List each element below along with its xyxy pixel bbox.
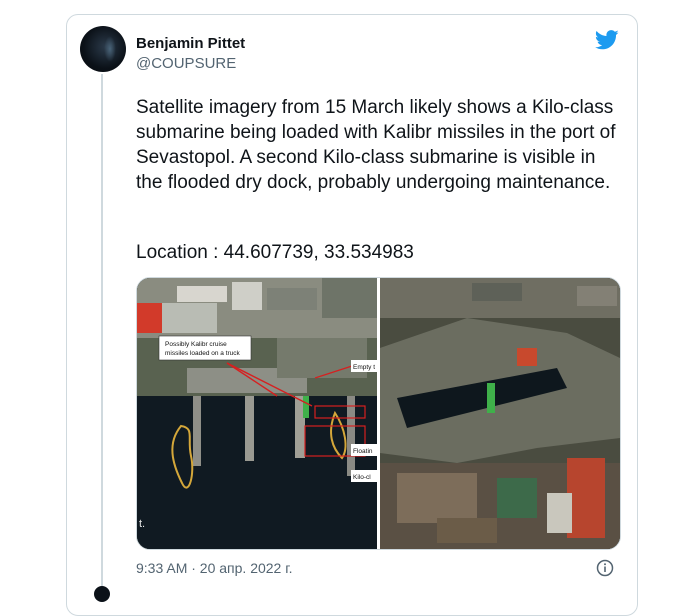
tweet-media-image[interactable]: Possibly Kalibr cruise missiles loaded o… <box>136 277 621 550</box>
info-icon[interactable] <box>596 559 614 577</box>
tweet-timestamp[interactable]: 9:33 AM · 20 апр. 2022 г. <box>136 560 293 576</box>
annotation-main-line1: Possibly Kalibr cruise <box>165 341 227 348</box>
annotation-main-line2: missiles loaded on a truck <box>165 350 241 357</box>
annotation-kilo: Kilo-cl <box>353 474 371 481</box>
left-satellite-panel: Possibly Kalibr cruise missiles loaded o… <box>137 278 377 549</box>
annotation-empty: Empty t <box>353 364 375 371</box>
annotation-floating: Floatin <box>353 448 373 455</box>
tweet-text: Satellite imagery from 15 March likely s… <box>136 97 616 193</box>
satellite-image: Possibly Kalibr cruise missiles loaded o… <box>137 278 620 549</box>
tweet-location-text: Location : 44.607739, 33.534983 <box>136 242 414 263</box>
corner-mark: t. <box>139 518 145 530</box>
twitter-bird-icon[interactable] <box>595 30 619 50</box>
author-name[interactable]: Benjamin Pittet <box>136 35 245 52</box>
thread-line <box>101 74 103 594</box>
author-handle[interactable]: @COUPSURE <box>136 55 236 72</box>
next-tweet-avatar[interactable] <box>94 586 110 602</box>
author-avatar[interactable] <box>80 26 126 72</box>
right-satellite-panel <box>380 278 620 549</box>
